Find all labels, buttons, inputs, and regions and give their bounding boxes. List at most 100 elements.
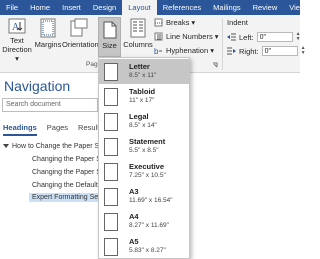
paper-size-a3[interactable]: A3 11.69" x 16.54" [99,184,189,209]
heading-tree-label: Expert Formatting Ser [32,194,101,201]
paper-size-icon [104,138,118,156]
paper-size-dimensions: 5.83" x 8.27" [129,247,166,254]
paper-size-statement[interactable]: Statement 5.5" x 8.5" [99,134,189,159]
paper-size-icon [104,88,118,106]
page-setup-group-label: Pag [86,61,98,68]
paper-size-icon [104,113,118,131]
text-direction-label-line1: Text [10,36,24,45]
orientation-label: Orientation [62,40,99,49]
text-direction-button[interactable]: A Text Direction ▾ [2,18,32,63]
indent-header: Indent [227,18,248,27]
nav-tab-headings[interactable]: Headings [3,123,37,136]
navigation-search-input[interactable]: Search document [2,98,98,112]
heading-tree-item[interactable]: How to Change the Paper Si [3,143,101,150]
indent-right-label: Right: [239,46,259,56]
breaks-icon [154,18,163,27]
indent-right-row: Right: 0" ▲ ▼ [227,46,306,56]
collapse-triangle-icon[interactable] [3,144,9,149]
tab-references[interactable]: References [157,0,207,15]
size-page-icon [103,21,116,39]
line-numbers-label: Line Numbers ▾ [166,32,219,41]
tab-insert[interactable]: Insert [56,0,87,15]
paper-size-name: Tabloid [129,87,156,96]
paper-size-dimensions: 8.27" x 11.69" [129,222,169,229]
navigation-tabs: Headings Pages Result [0,123,99,136]
text-direction-label-line2: Direction ▾ [2,45,32,63]
size-button[interactable]: Size [98,17,121,57]
heading-tree-item[interactable]: Changing the Paper Si [32,156,102,163]
line-numbers-icon [154,32,163,41]
paper-size-name: A4 [129,212,139,221]
hyphenation-button[interactable]: b Hyphenation ▾ [154,46,214,55]
indent-left-icon [227,33,236,41]
navigation-pane-title: Navigation [4,78,71,94]
paper-size-executive[interactable]: Executive 7.25" x 10.5" [99,159,189,184]
ribbon-tab-bar: File Home Insert Design Layout Reference… [0,0,305,15]
indent-left-row: Left: 0" ▲ ▼ [227,32,301,42]
columns-button[interactable]: Columns [123,18,153,49]
breaks-button[interactable]: Breaks ▾ [154,18,195,27]
indent-right-spinner[interactable]: ▲ ▼ [301,46,306,56]
paper-size-dimensions: 8.5" x 11" [129,72,157,79]
breaks-label: Breaks ▾ [166,18,196,27]
paper-size-name: Statement [129,137,166,146]
paper-size-name: Legal [129,112,149,121]
columns-icon [130,18,146,38]
hyphenation-icon: b [154,47,162,55]
svg-text:b: b [154,47,159,55]
tab-view[interactable]: View [283,0,311,15]
paper-size-icon [104,188,118,206]
margins-button[interactable]: Margins [34,18,62,49]
tab-file[interactable]: File [0,0,24,15]
indent-right-input[interactable]: 0" [261,46,298,56]
columns-label: Columns [123,40,153,49]
paper-size-name: A3 [129,187,139,196]
tab-design[interactable]: Design [87,0,122,15]
paper-size-icon [104,238,118,256]
size-dropdown-menu: Letter 8.5" x 11" Tabloid 11" x 17" Lega… [98,57,190,259]
paper-size-a5[interactable]: A5 5.83" x 8.27" [99,234,189,258]
heading-tree-item-selected[interactable]: Expert Formatting Ser [29,193,104,202]
paper-size-name: Executive [129,162,165,171]
indent-left-label: Left: [239,32,254,42]
paper-size-name: A5 [129,237,139,246]
text-direction-icon: A [8,18,26,34]
heading-tree-item[interactable]: Changing the Default [32,182,98,189]
paper-size-icon [104,163,118,181]
paper-size-dimensions: 5.5" x 8.5" [129,147,159,154]
nav-tab-pages[interactable]: Pages [47,123,68,136]
size-label: Size [102,41,117,50]
svg-text:A: A [12,22,20,33]
heading-tree-label: Changing the Default [32,182,98,189]
orientation-button[interactable]: Orientation [62,18,99,49]
margins-label: Margins [34,40,62,49]
tab-mailings[interactable]: Mailings [207,0,247,15]
paper-size-dimensions: 11.69" x 16.54" [129,197,173,204]
paper-size-tabloid[interactable]: Tabloid 11" x 17" [99,84,189,109]
paper-size-dimensions: 8.5" x 14" [129,122,157,129]
tab-layout[interactable]: Layout [122,0,157,15]
paper-size-icon [104,213,118,231]
indent-label: Indent [227,18,248,27]
hyphenation-label: Hyphenation ▾ [166,46,214,55]
ribbon-separator [222,18,223,70]
tab-home[interactable]: Home [24,0,56,15]
paper-size-letter[interactable]: Letter 8.5" x 11" [99,59,189,84]
heading-tree-label: How to Change the Paper Si [12,143,101,150]
paper-size-a4[interactable]: A4 8.27" x 11.69" [99,209,189,234]
paper-size-icon [104,63,118,81]
heading-tree-label: Changing the Paper Si [32,169,103,176]
paper-size-dimensions: 7.25" x 10.5" [129,172,166,179]
indent-left-spinner[interactable]: ▲ ▼ [296,32,301,42]
heading-tree-label: Changing the Paper Si [32,156,103,163]
margins-icon [40,18,56,38]
heading-tree-item[interactable]: Changing the Paper Si [32,169,102,176]
line-numbers-button[interactable]: Line Numbers ▾ [154,32,219,41]
tab-review[interactable]: Review [247,0,284,15]
nav-tab-results[interactable]: Result [78,123,99,136]
orientation-icon [70,18,88,37]
paper-size-legal[interactable]: Legal 8.5" x 14" [99,109,189,134]
page-setup-launcher-icon[interactable] [212,62,218,68]
paper-size-name: Letter [129,62,150,71]
indent-left-input[interactable]: 0" [256,32,293,42]
